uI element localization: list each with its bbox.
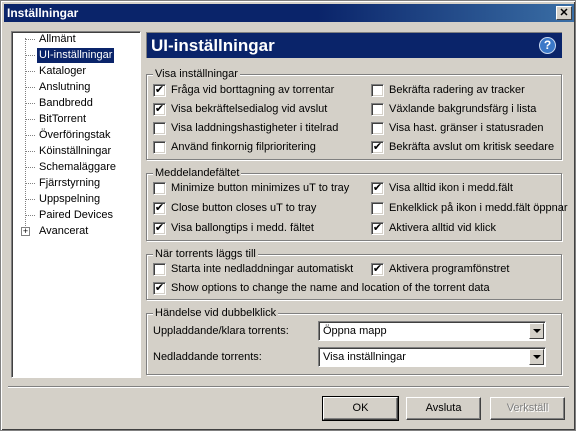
checkbox-label: Aktivera programfönstret bbox=[389, 263, 510, 275]
tree-item-label: Anslutning bbox=[39, 81, 91, 93]
tree-item-label: Avancerat bbox=[39, 225, 89, 237]
tree-item-label: Överföringstak bbox=[39, 129, 111, 141]
checkbox-box[interactable]: ✔ bbox=[371, 263, 384, 276]
tree-branch bbox=[26, 55, 35, 56]
checkbox-box[interactable]: ✔ bbox=[153, 84, 166, 97]
checkbox-box[interactable] bbox=[153, 182, 166, 195]
checkbox-box[interactable] bbox=[371, 122, 384, 135]
checkbox-box[interactable]: ✔ bbox=[153, 282, 166, 295]
checkbox-box[interactable] bbox=[153, 263, 166, 276]
checkbox-label: Växlande bakgrundsfärg i lista bbox=[389, 103, 537, 115]
checkbox-label: Visa laddningshastigheter i titelrad bbox=[171, 122, 339, 134]
settings-tree: Allmänt UI-inställningar Kataloger Anslu… bbox=[11, 31, 141, 378]
button-divider bbox=[8, 386, 569, 388]
window-title: Inställningar bbox=[7, 6, 79, 20]
checkbox-box[interactable] bbox=[371, 84, 384, 97]
tree-item-label: Uppspelning bbox=[39, 193, 101, 205]
group-title: Visa inställningar bbox=[153, 67, 240, 81]
checkbox-box[interactable] bbox=[371, 103, 384, 116]
checkbox-box[interactable]: ✔ bbox=[153, 103, 166, 116]
tree-branch bbox=[26, 119, 35, 120]
tree-branch bbox=[26, 71, 35, 72]
select-value: Öppna mapp bbox=[323, 325, 387, 337]
checkbox-box[interactable] bbox=[153, 141, 166, 154]
group-title: Meddelandefältet bbox=[153, 166, 242, 180]
checkbox-box[interactable] bbox=[371, 202, 384, 215]
group-double-click-action: Händelse vid dubbelklick Uppladdande/kla… bbox=[146, 306, 562, 375]
tree-branch bbox=[26, 167, 35, 168]
checkbox-label: Visa hast. gränser i statusraden bbox=[389, 122, 544, 134]
checkbox-label: Enkelklick på ikon i medd.fält öppnar bbox=[389, 202, 568, 214]
title-bar: Inställningar ✕ bbox=[4, 4, 574, 22]
checkbox-box[interactable]: ✔ bbox=[153, 202, 166, 215]
checkbox-label: Bekräfta radering av tracker bbox=[389, 84, 525, 96]
tree-item-label: Schemaläggare bbox=[39, 161, 117, 173]
group-system-tray: Meddelandefältet Minimize button minimiz… bbox=[146, 166, 568, 241]
select-value: Visa inställningar bbox=[323, 351, 406, 363]
tree-branch bbox=[26, 183, 35, 184]
checkbox-label: Minimize button minimizes uT to tray bbox=[171, 182, 350, 194]
checkbox-label: Show options to change the name and loca… bbox=[171, 282, 490, 294]
tree-branch bbox=[26, 215, 35, 216]
tree-item-label: Fjärrstyrning bbox=[39, 177, 101, 189]
checkbox-label: Starta inte nedladdningar automatiskt bbox=[171, 263, 354, 275]
checkbox-box[interactable]: ✔ bbox=[371, 222, 384, 235]
downloading-action-label: Nedladdande torrents: bbox=[153, 351, 262, 363]
tree-item-label: Bandbredd bbox=[39, 97, 93, 109]
tree-branch bbox=[26, 135, 35, 136]
checkbox-label: Visa ballongtips i medd. fältet bbox=[171, 222, 314, 234]
seeding-action-label: Uppladdande/klara torrents: bbox=[153, 325, 289, 337]
group-title: Händelse vid dubbelklick bbox=[153, 306, 279, 320]
chevron-down-icon[interactable] bbox=[529, 349, 544, 365]
tree-connector bbox=[25, 38, 35, 236]
tree-branch bbox=[26, 199, 35, 200]
checkbox-box[interactable]: ✔ bbox=[371, 141, 384, 154]
tree-item-label: BitTorrent bbox=[39, 113, 87, 125]
checkbox-label: Visa alltid ikon i medd.fält bbox=[389, 182, 513, 194]
checkbox-label: Använd finkornig filprioritering bbox=[171, 141, 316, 153]
tree-item-label: Köinställningar bbox=[39, 145, 112, 157]
checkbox-box[interactable]: ✔ bbox=[371, 182, 384, 195]
close-icon[interactable]: ✕ bbox=[556, 6, 572, 20]
checkbox-box[interactable]: ✔ bbox=[153, 222, 166, 235]
tree-branch bbox=[26, 103, 35, 104]
chevron-down-icon[interactable] bbox=[529, 323, 544, 339]
group-display-settings: Visa inställningar ✔ Fråga vid borttagni… bbox=[146, 67, 562, 160]
tree-item-label: Paired Devices bbox=[39, 209, 113, 221]
tree-item-label: UI-inställningar bbox=[37, 48, 115, 63]
tree-item-label: Allmänt bbox=[39, 33, 76, 45]
tree-item-label: Kataloger bbox=[39, 65, 87, 77]
settings-window: Inställningar ✕ Allmänt UI-inställningar… bbox=[0, 0, 576, 431]
downloading-action-select[interactable]: Visa inställningar bbox=[318, 347, 546, 367]
group-when-adding-torrents: När torrents läggs till Starta inte nedl… bbox=[146, 247, 562, 300]
checkbox-label: Close button closes uT to tray bbox=[171, 202, 317, 214]
help-icon[interactable]: ? bbox=[539, 37, 556, 54]
expand-plus-icon[interactable]: + bbox=[21, 227, 30, 236]
tree-branch bbox=[26, 39, 35, 40]
cancel-button[interactable]: Avsluta bbox=[406, 397, 481, 420]
page-title: UI-inställningar bbox=[151, 36, 275, 55]
checkbox-label: Visa bekräftelsedialog vid avslut bbox=[171, 103, 328, 115]
page-header: UI-inställningar ? bbox=[146, 32, 562, 58]
checkbox-label: Aktivera alltid vid klick bbox=[389, 222, 496, 234]
seeding-action-select[interactable]: Öppna mapp bbox=[318, 321, 546, 341]
tree-branch bbox=[26, 87, 35, 88]
checkbox-box[interactable] bbox=[153, 122, 166, 135]
group-title: När torrents läggs till bbox=[153, 247, 258, 261]
checkbox-label: Bekräfta avslut om kritisk seedare bbox=[389, 141, 555, 153]
ok-button[interactable]: OK bbox=[322, 396, 399, 421]
checkbox-label: Fråga vid borttagning av torrentar bbox=[171, 84, 335, 96]
apply-button[interactable]: Verkställ bbox=[490, 397, 565, 420]
tree-branch bbox=[26, 151, 35, 152]
